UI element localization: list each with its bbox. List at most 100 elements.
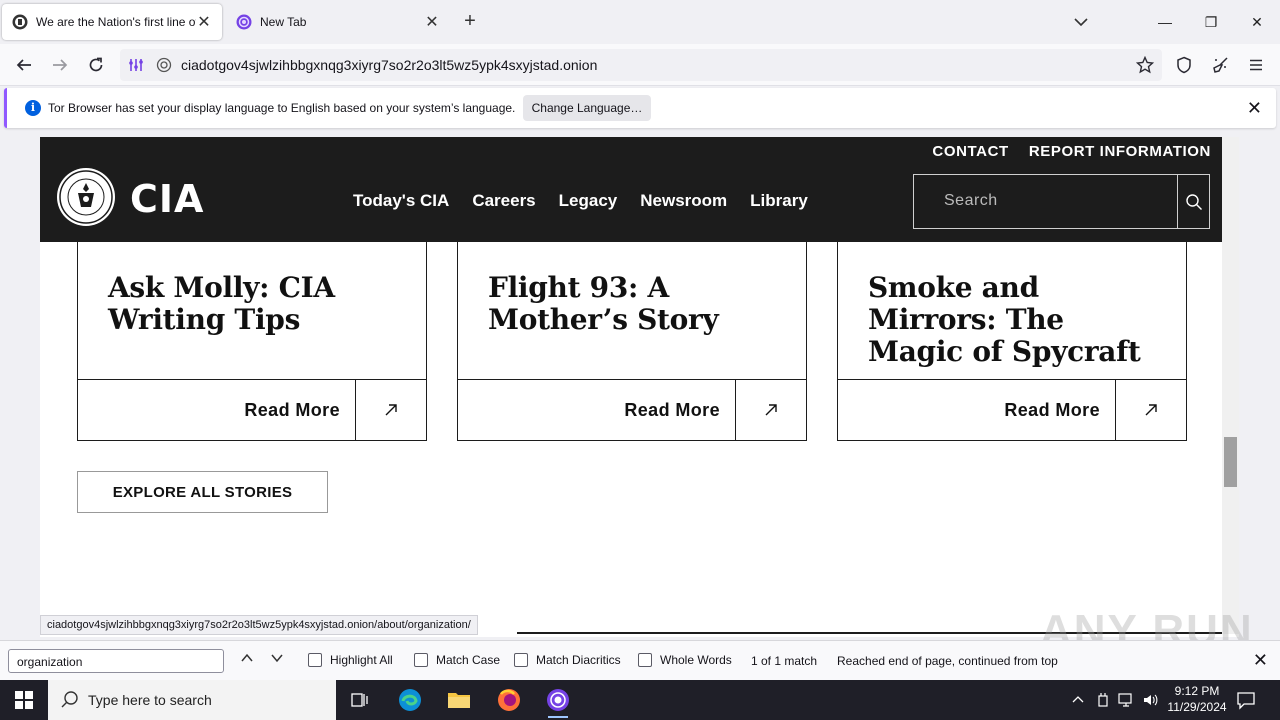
read-more-arrow-button[interactable] xyxy=(1115,380,1186,440)
tab-cia[interactable]: We are the Nation's first line of ✕ xyxy=(2,4,222,40)
find-in-page-bar: organization Highlight All Match Case Ma… xyxy=(0,640,1280,680)
checkbox-label: Match Case xyxy=(436,653,501,667)
read-more-link[interactable]: Read More xyxy=(244,400,340,421)
close-window-icon[interactable]: ✕ xyxy=(1245,10,1269,34)
story-card[interactable]: Smoke and Mirrors: The Magic of Spycraft… xyxy=(837,242,1187,441)
story-card[interactable]: Flight 93: A Mother’s Story Read More xyxy=(457,242,807,441)
site-info-lock-icon[interactable] xyxy=(156,57,172,73)
url-text[interactable]: ciadotgov4sjwlzihbbgxnqg3xiyrg7so2r2o3lt… xyxy=(181,57,597,73)
address-bar[interactable]: ciadotgov4sjwlzihbbgxnqg3xiyrg7so2r2o3lt… xyxy=(120,49,1162,81)
firefox-icon[interactable] xyxy=(489,684,529,716)
clock-date: 11/29/2024 xyxy=(1167,700,1227,714)
tray-chevron-up-icon[interactable] xyxy=(1072,694,1084,706)
nav-library[interactable]: Library xyxy=(750,191,808,211)
minimize-window-icon[interactable]: — xyxy=(1153,10,1177,34)
story-card-footer[interactable]: Read More xyxy=(458,379,806,440)
contact-link[interactable]: CONTACT xyxy=(932,143,1008,160)
whole-words-checkbox[interactable]: Whole Words xyxy=(638,653,732,667)
volume-icon[interactable] xyxy=(1142,692,1158,708)
windows-taskbar: Type here to search 9:12 PM 11/29/2024 xyxy=(0,680,1280,720)
nav-todays-cia[interactable]: Today's CIA xyxy=(353,191,449,211)
taskbar-search-box[interactable]: Type here to search xyxy=(48,680,336,720)
story-card[interactable]: Ask Molly: CIA Writing Tips Read More xyxy=(77,242,427,441)
search-icon xyxy=(1185,193,1202,210)
checkbox-label: Match Diacritics xyxy=(536,653,621,667)
change-language-button[interactable]: Change Language… xyxy=(523,95,651,121)
tab-title: New Tab xyxy=(260,15,307,29)
read-more-arrow-button[interactable] xyxy=(735,380,806,440)
story-title[interactable]: Flight 93: A Mother’s Story xyxy=(488,272,788,336)
tab-title: We are the Nation's first line of xyxy=(36,15,196,29)
site-favicon-icon xyxy=(12,14,28,30)
shield-icon[interactable] xyxy=(1172,53,1196,77)
find-input[interactable]: organization xyxy=(8,649,224,673)
forward-arrow-icon[interactable] xyxy=(48,53,72,77)
edge-browser-icon[interactable] xyxy=(390,684,430,716)
web-page-viewport: CONTACT REPORT INFORMATION CIA Today's C… xyxy=(40,137,1239,637)
clock-time: 9:12 PM xyxy=(1174,684,1220,698)
match-case-checkbox[interactable]: Match Case xyxy=(414,653,500,667)
find-next-chevron-down-icon[interactable] xyxy=(267,651,287,671)
checkbox-box[interactable] xyxy=(514,653,528,667)
cia-site-header: CONTACT REPORT INFORMATION CIA Today's C… xyxy=(40,137,1239,242)
navigation-toolbar: ciadotgov4sjwlzihbbgxnqg3xiyrg7so2r2o3lt… xyxy=(0,44,1280,86)
search-icon xyxy=(61,691,78,708)
main-navigation: Today's CIA Careers Legacy Newsroom Libr… xyxy=(353,191,808,211)
tor-browser-icon[interactable] xyxy=(538,684,578,718)
checkbox-box[interactable] xyxy=(308,653,322,667)
hardware-icon[interactable] xyxy=(1096,692,1110,708)
site-search-field[interactable]: Search xyxy=(913,174,1210,229)
match-diacritics-checkbox[interactable]: Match Diacritics xyxy=(514,653,621,667)
checkbox-label: Whole Words xyxy=(660,653,732,667)
utility-links: CONTACT REPORT INFORMATION xyxy=(932,143,1211,160)
task-view-icon[interactable] xyxy=(340,684,380,716)
link-status-url: ciadotgov4sjwlzihbbgxnqg3xiyrg7so2r2o3lt… xyxy=(40,615,478,635)
close-tab-icon[interactable]: ✕ xyxy=(196,12,212,32)
list-all-tabs-chevron-icon[interactable] xyxy=(1070,12,1092,32)
search-placeholder[interactable]: Search xyxy=(944,192,998,210)
back-arrow-icon[interactable] xyxy=(12,53,36,77)
bookmark-star-icon[interactable] xyxy=(1136,56,1154,74)
read-more-arrow-button[interactable] xyxy=(355,380,426,440)
read-more-link[interactable]: Read More xyxy=(1004,400,1100,421)
nav-legacy[interactable]: Legacy xyxy=(559,191,618,211)
nav-careers[interactable]: Careers xyxy=(472,191,535,211)
close-find-bar-icon[interactable]: ✕ xyxy=(1253,650,1268,671)
close-tab-icon[interactable]: ✕ xyxy=(424,12,440,32)
checkbox-label: Highlight All xyxy=(330,653,393,667)
cia-wordmark[interactable]: CIA xyxy=(130,177,204,221)
find-previous-chevron-up-icon[interactable] xyxy=(237,651,257,671)
checkbox-box[interactable] xyxy=(414,653,428,667)
explore-all-stories-button[interactable]: EXPLORE ALL STORIES xyxy=(77,471,328,513)
action-center-notification-icon[interactable] xyxy=(1236,690,1256,710)
tab-new-tab[interactable]: New Tab ✕ xyxy=(226,4,450,40)
checkbox-box[interactable] xyxy=(638,653,652,667)
page-scrollbar[interactable] xyxy=(1222,137,1239,634)
nav-newsroom[interactable]: Newsroom xyxy=(640,191,727,211)
find-match-count: 1 of 1 match xyxy=(751,654,818,668)
network-icon[interactable] xyxy=(1118,692,1136,708)
story-title[interactable]: Ask Molly: CIA Writing Tips xyxy=(108,272,408,336)
file-explorer-icon[interactable] xyxy=(439,684,479,716)
restore-window-icon[interactable]: ❐ xyxy=(1199,10,1223,34)
reload-icon[interactable] xyxy=(84,53,108,77)
hamburger-menu-icon[interactable] xyxy=(1244,53,1268,77)
taskbar-clock[interactable]: 9:12 PM 11/29/2024 xyxy=(1162,683,1232,715)
taskbar-search-placeholder[interactable]: Type here to search xyxy=(88,692,212,708)
onion-circuit-icon[interactable] xyxy=(128,57,144,73)
start-button[interactable] xyxy=(0,680,48,720)
scrollbar-thumb[interactable] xyxy=(1224,437,1237,487)
cia-seal-logo-icon[interactable] xyxy=(56,167,116,227)
new-identity-broom-icon[interactable] xyxy=(1208,53,1232,77)
new-tab-plus-icon[interactable]: + xyxy=(458,10,482,34)
highlight-all-checkbox[interactable]: Highlight All xyxy=(308,653,393,667)
site-search-button[interactable] xyxy=(1177,175,1209,228)
close-notification-icon[interactable]: ✕ xyxy=(1247,98,1262,119)
story-title[interactable]: Smoke and Mirrors: The Magic of Spycraft xyxy=(868,272,1168,368)
story-card-footer[interactable]: Read More xyxy=(78,379,426,440)
read-more-link[interactable]: Read More xyxy=(624,400,720,421)
story-card-footer[interactable]: Read More xyxy=(838,379,1186,440)
report-information-link[interactable]: REPORT INFORMATION xyxy=(1029,143,1211,160)
arrow-up-right-icon xyxy=(385,404,397,416)
arrow-up-right-icon xyxy=(1145,404,1157,416)
